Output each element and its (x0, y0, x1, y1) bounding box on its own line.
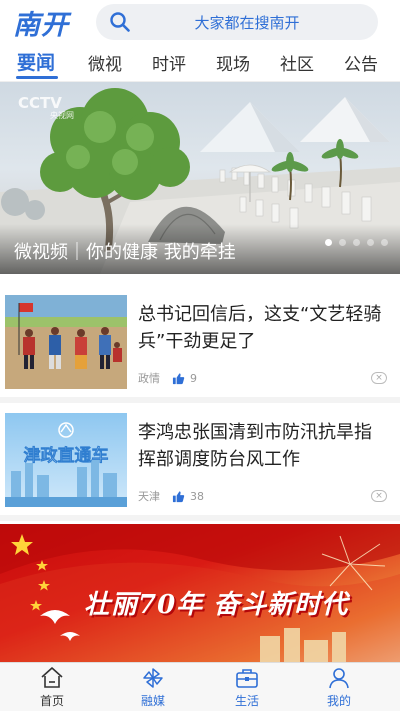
news-title[interactable]: 总书记回信后，这支“文艺轻骑兵”干劲更足了 (138, 301, 388, 355)
pinwheel-icon (143, 668, 163, 688)
search-placeholder: 大家都在搜南开 (194, 13, 300, 32)
banner-caption[interactable]: 微视频｜你的健康 我的牵挂 (14, 238, 236, 264)
home-icon (41, 667, 63, 688)
top-header: 南开 大家都在搜南开 (0, 0, 400, 44)
nav-home-label: 首页 (39, 694, 64, 708)
dismiss-icon[interactable]: × (371, 372, 387, 384)
tab-community[interactable]: 社区 (280, 50, 314, 75)
user-icon (329, 668, 349, 689)
promo-banner[interactable]: 壮丽70年 奋斗新时代 (0, 524, 400, 662)
category-tabs: 要闻 微视 时评 现场 社区 公告 (0, 44, 400, 82)
tab-news[interactable]: 要闻 (17, 48, 55, 75)
news-source: 政情 (138, 372, 160, 385)
like-count: 38 (190, 489, 204, 503)
news-meta: 天津 38 (138, 488, 204, 504)
nav-profile-label: 我的 (326, 694, 351, 708)
cctv-watermark: CCTV 央视网 (18, 94, 74, 120)
thumbs-up-icon[interactable] (172, 490, 185, 503)
tab-announcement[interactable]: 公告 (344, 50, 378, 75)
news-title[interactable]: 李鸿忠张国清到市防汛抗旱指挥部调度防台风工作 (138, 419, 388, 473)
tab-micro-video[interactable]: 微视 (88, 50, 122, 75)
carousel-dot[interactable] (381, 239, 388, 246)
news-item[interactable]: 津政直通车 李鸿忠张国清到市防汛抗旱指挥部调度防台风工作 天津 38 × (0, 403, 400, 521)
news-item[interactable]: 总书记回信后，这支“文艺轻骑兵”干劲更足了 政情 9 × (0, 285, 400, 403)
nav-media[interactable]: 融媒 (123, 666, 183, 709)
bottom-nav: 首页 融媒 生活 我的 (0, 662, 400, 711)
thumbs-up-icon[interactable] (172, 372, 185, 385)
briefcase-icon (236, 669, 258, 688)
nav-profile[interactable]: 我的 (309, 666, 369, 709)
search-bar[interactable]: 大家都在搜南开 (96, 4, 378, 40)
carousel-dot[interactable] (353, 239, 360, 246)
carousel-dot[interactable] (325, 239, 332, 246)
thumb-title: 津政直通车 (24, 445, 109, 466)
news-source: 天津 (138, 490, 160, 503)
carousel-dot[interactable] (339, 239, 346, 246)
promo-slogan: 壮丽70年 奋斗新时代 (84, 590, 349, 620)
nav-life-label: 生活 (234, 694, 259, 708)
dismiss-icon[interactable]: × (371, 490, 387, 502)
app-logo[interactable]: 南开 (0, 0, 82, 44)
news-thumbnail (5, 295, 127, 389)
tab-on-site[interactable]: 现场 (216, 50, 250, 75)
top-carousel[interactable]: CCTV 央视网 微视频｜你的健康 我的牵挂 (0, 82, 400, 274)
nav-life[interactable]: 生活 (217, 666, 277, 709)
nav-home[interactable]: 首页 (22, 666, 82, 709)
active-tab-indicator (16, 76, 58, 79)
carousel-dots (325, 239, 388, 246)
nav-media-label: 融媒 (140, 694, 165, 708)
news-thumbnail: 津政直通车 (5, 413, 127, 507)
carousel-dot[interactable] (367, 239, 374, 246)
news-meta: 政情 9 (138, 370, 197, 386)
tab-commentary[interactable]: 时评 (152, 50, 186, 75)
like-count: 9 (190, 371, 197, 385)
